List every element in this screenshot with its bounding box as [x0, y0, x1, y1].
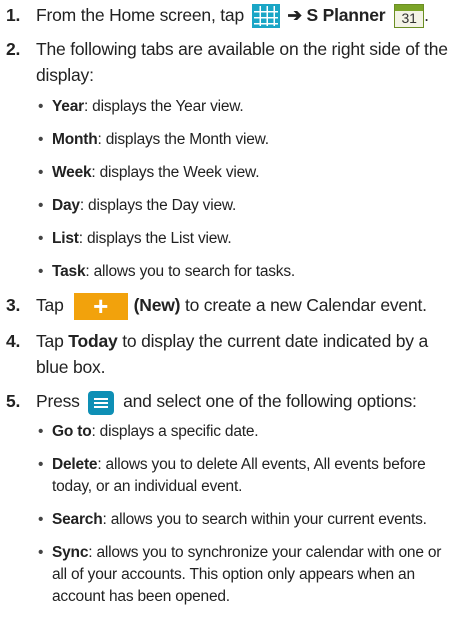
bullet-dot: • [38, 422, 44, 440]
list-item-desc: : displays the Day view. [79, 197, 237, 215]
calendar-icon-date: 31 [401, 10, 417, 27]
bullet-dot: • [38, 263, 44, 281]
bullet-dot: • [38, 197, 44, 215]
list-item-desc: : displays the Week view. [91, 164, 260, 182]
list-item-desc: : allows you to synchronize your calenda… [52, 543, 442, 605]
step-text: Tap [36, 331, 64, 352]
new-label: (New) [133, 295, 181, 316]
list-item: • Go to: displays a specific date. [36, 421, 455, 443]
list-item-term: Week [52, 164, 92, 182]
list-item-desc: : allows you to search within your curre… [102, 510, 427, 528]
bullet-dot: • [38, 543, 44, 561]
instruction-document: 1. From the Home screen, tap ➔ S Planner… [0, 0, 473, 619]
list-item-desc: : displays a specific date. [91, 422, 259, 440]
step-5: 5. Press and select one of the following… [0, 388, 473, 607]
step-text: Tap [36, 295, 64, 316]
list-item-desc: : allows you to delete All events, All e… [52, 455, 426, 495]
step-number: 1. [6, 5, 21, 25]
app-name: S Planner [306, 5, 386, 25]
step-number: 4. [6, 331, 21, 352]
list-item-term: Month [52, 131, 98, 149]
tab-list: • Year: displays the Year view. • Month: d… [36, 96, 455, 283]
step-2: 2. The following tabs are available on t… [0, 36, 473, 283]
list-item-term: Sync [52, 543, 89, 561]
step-3: 3. Tap + (New) to create a new Calendar ev… [0, 292, 473, 321]
step-text: and select one of the following options: [123, 391, 417, 412]
step-text: to create a new Calendar event. [184, 295, 427, 316]
step-number: 5. [6, 391, 21, 412]
list-item: • Task: allows you to search for tasks. [36, 261, 455, 283]
list-item-term: Day [52, 197, 80, 215]
step-number: 2. [6, 39, 21, 60]
plus-icon: + [73, 293, 128, 321]
list-item-desc: : displays the Month view. [97, 131, 269, 149]
bullet-dot: • [38, 98, 44, 116]
apps-grid-icon [251, 4, 280, 29]
options-list: • Go to: displays a specific date. • Delet… [36, 421, 455, 608]
today-label: Today [68, 331, 118, 352]
list-item: • Sync: allows you to synchronize your ca… [36, 542, 455, 608]
list-item: • Day: displays the Day view. [36, 195, 455, 217]
list-item-term: Year [52, 98, 84, 116]
list-item: • List: displays the List view. [36, 228, 455, 250]
arrow-glyph: ➔ [287, 5, 302, 25]
list-item-term: List [52, 230, 79, 248]
list-item: • Delete: allows you to delete All events… [36, 454, 455, 498]
list-item: • Month: displays the Month view. [36, 129, 455, 151]
step-text: From the Home screen, tap [36, 5, 244, 25]
menu-icon [88, 390, 115, 415]
list-item-term: Delete [52, 455, 98, 473]
calendar-icon: 31 [394, 4, 425, 29]
list-item-term: Go to [52, 422, 92, 440]
step-1: 1. From the Home screen, tap ➔ S Planner… [0, 2, 473, 29]
step-text: The following tabs are available on the … [36, 39, 448, 86]
list-item-term: Task [52, 263, 86, 281]
step-text: Press [36, 391, 80, 412]
list-item-desc: : displays the List view. [78, 230, 232, 248]
bullet-dot: • [38, 455, 44, 473]
list-item-term: Search [52, 510, 103, 528]
step-text-end: . [424, 5, 429, 25]
list-item: • Search: allows you to search within you… [36, 509, 455, 531]
list-item-desc: : displays the Year view. [83, 98, 244, 116]
list-item: • Week: displays the Week view. [36, 162, 455, 184]
step-4: 4. Tap Today to display the current date… [0, 328, 473, 380]
step-number: 3. [6, 295, 21, 316]
list-item-desc: : allows you to search for tasks. [85, 263, 296, 281]
bullet-dot: • [38, 510, 44, 528]
bullet-dot: • [38, 131, 44, 149]
bullet-dot: • [38, 230, 44, 248]
list-item: • Year: displays the Year view. [36, 96, 455, 118]
bullet-dot: • [38, 164, 44, 182]
